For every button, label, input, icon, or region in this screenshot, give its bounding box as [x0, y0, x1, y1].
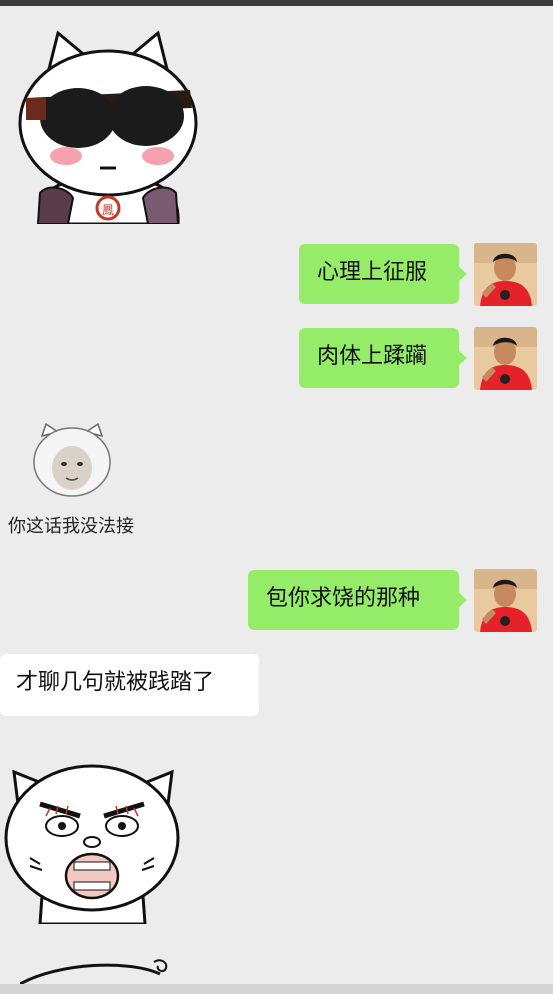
- avatar-photo: [474, 569, 537, 632]
- avatar-photo: [474, 243, 537, 306]
- partial-sticker[interactable]: [20, 956, 170, 984]
- message-text: 心理上征服: [317, 260, 428, 285]
- message-text: 才聊几句就被践踏了: [16, 670, 215, 695]
- message-bubble-incoming[interactable]: 才聊几句就被践踏了: [0, 654, 259, 716]
- message-text: 肉体上蹂躏: [317, 344, 428, 369]
- angry-face-sticker[interactable]: [0, 746, 185, 924]
- baby-face-sticker[interactable]: 你这话我没法接: [0, 416, 150, 548]
- user-avatar[interactable]: [474, 569, 537, 632]
- cat-sunglasses-image: 鳳: [18, 30, 198, 224]
- input-bar-edge: [0, 984, 553, 994]
- cat-sunglasses-sticker[interactable]: 鳳: [18, 28, 198, 224]
- message-bubble-outgoing[interactable]: 肉体上蹂躏: [299, 328, 467, 388]
- partial-sticker-image: [20, 959, 168, 984]
- message-bubble-outgoing[interactable]: 包你求饶的那种: [248, 570, 467, 630]
- angry-face-image: [4, 764, 180, 924]
- avatar-photo: [474, 327, 537, 390]
- user-avatar[interactable]: [474, 327, 537, 390]
- svg-text:鳳: 鳳: [102, 203, 114, 217]
- sticker-caption: 你这话我没法接: [8, 516, 134, 537]
- chat-message-list[interactable]: 鳳 心理上征服 肉体上蹂躏 你这话我没法接 包你求饶的那种 才聊几句就被践踏了: [0, 6, 553, 994]
- message-bubble-outgoing[interactable]: 心理上征服: [299, 244, 467, 304]
- user-avatar[interactable]: [474, 243, 537, 306]
- message-text: 包你求饶的那种: [266, 586, 421, 611]
